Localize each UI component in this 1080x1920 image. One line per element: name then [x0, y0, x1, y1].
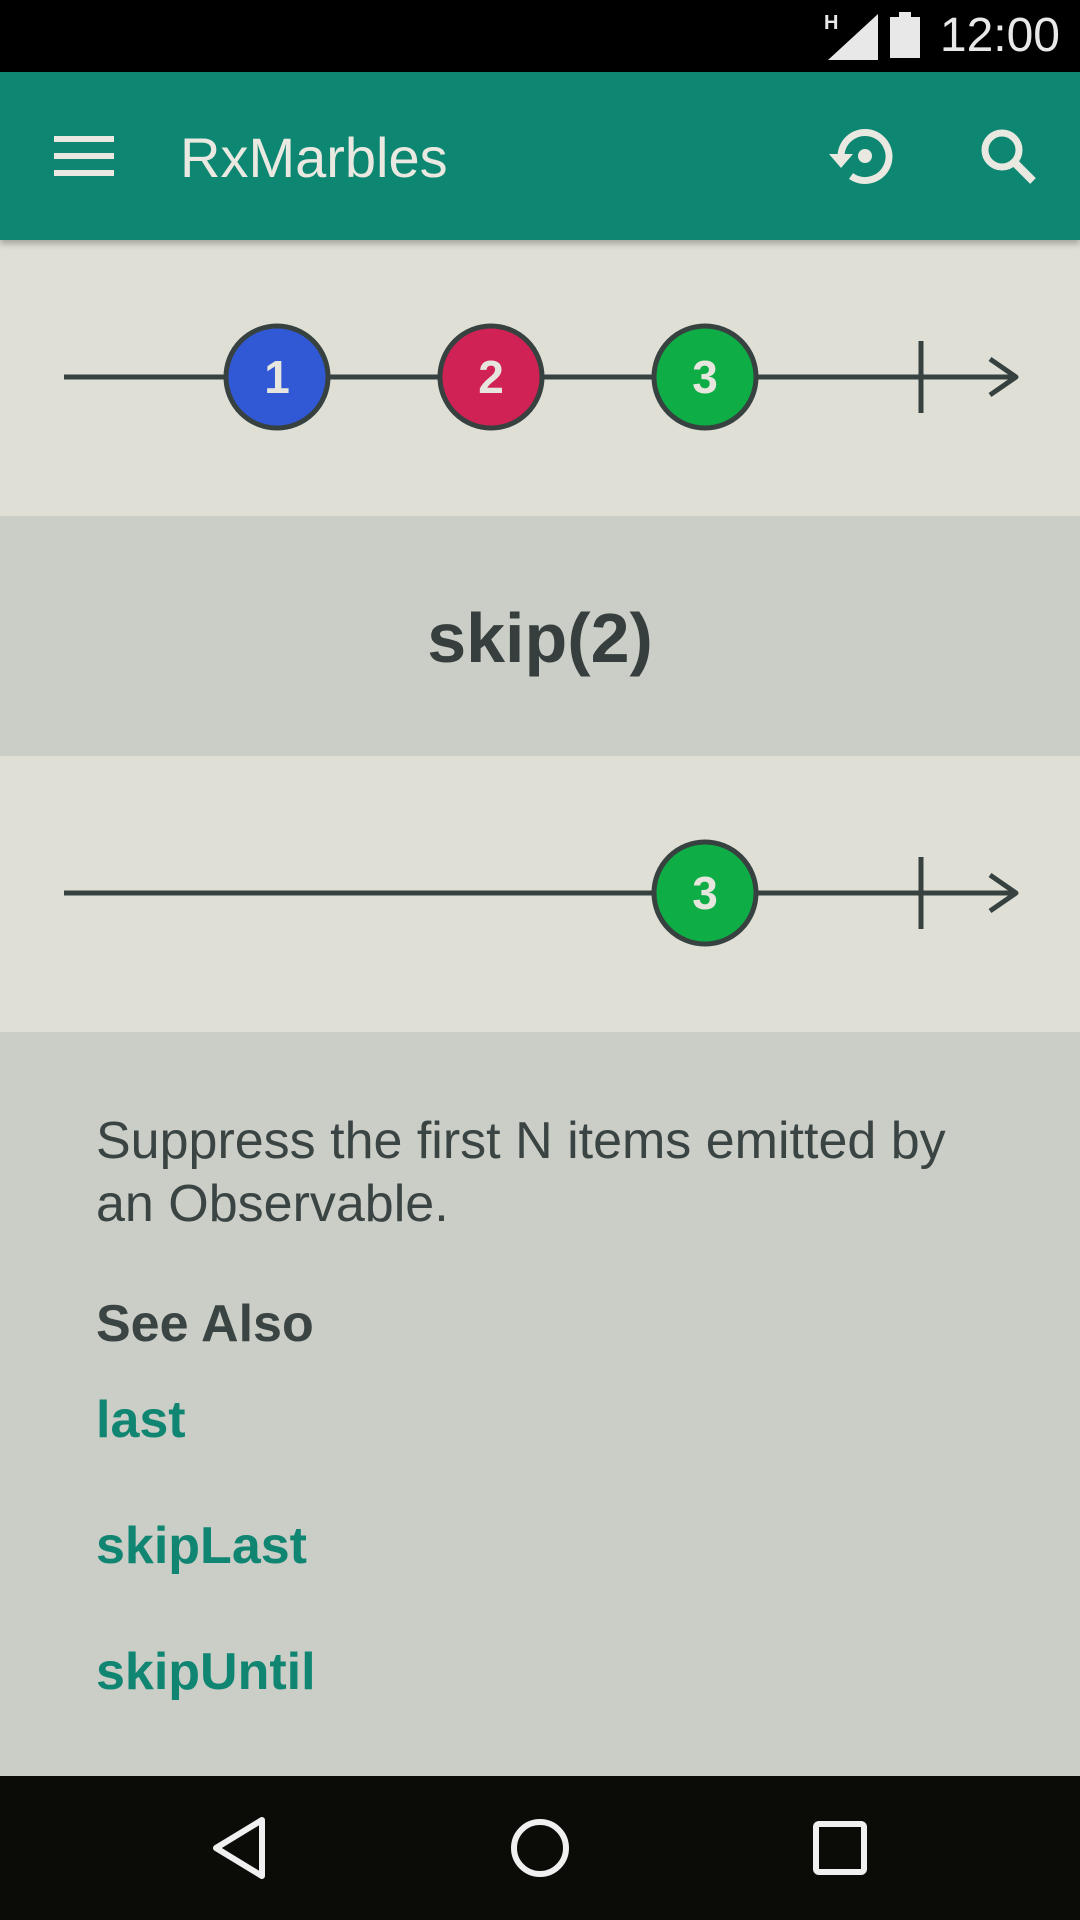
recents-icon — [813, 1821, 867, 1875]
operator-label: skip(2) — [427, 599, 653, 677]
navigation-bar — [0, 1776, 1080, 1920]
input-marble-1[interactable]: 1 — [223, 323, 331, 431]
restore-icon — [829, 129, 893, 184]
menu-button[interactable] — [42, 114, 126, 198]
input-marble-diagram: 1 2 3 — [0, 240, 1080, 516]
home-button[interactable] — [490, 1798, 590, 1898]
output-marble-label: 3 — [692, 867, 718, 919]
signal-icon — [828, 14, 878, 60]
search-icon — [981, 129, 1036, 184]
output-marble-3[interactable]: 3 — [651, 839, 759, 947]
see-also-link-last[interactable]: last — [96, 1390, 186, 1450]
input-timeline: 1 2 3 — [64, 323, 1019, 431]
see-also-link-skipuntil[interactable]: skipUntil — [96, 1642, 316, 1702]
input-marble-label: 2 — [478, 351, 504, 403]
back-icon — [213, 1817, 265, 1879]
app-bar: RxMarbles — [0, 72, 1080, 240]
see-also-link-skiplast[interactable]: skipLast — [96, 1516, 307, 1576]
operator-panel: skip(2) — [0, 516, 1080, 756]
output-timeline: 3 — [64, 839, 1019, 947]
input-marble-label: 3 — [692, 351, 718, 403]
see-also-heading: See Also — [96, 1295, 314, 1353]
description-panel: Suppress the first N items emitted by an… — [0, 1032, 1080, 1776]
reset-button[interactable] — [820, 114, 904, 198]
output-marble-diagram: 3 — [0, 756, 1080, 1032]
input-marble-label: 1 — [264, 351, 290, 403]
input-marble-3[interactable]: 3 — [651, 323, 759, 431]
back-button[interactable] — [190, 1798, 290, 1898]
clock: 12:00 — [939, 9, 1060, 62]
operator-description: Suppress the first N items emitted by an… — [96, 1112, 946, 1233]
recents-button[interactable] — [790, 1798, 890, 1898]
search-button[interactable] — [966, 114, 1050, 198]
input-marble-2[interactable]: 2 — [437, 323, 545, 431]
home-icon — [511, 1819, 569, 1877]
status-bar: H 12:00 — [0, 0, 1080, 72]
menu-icon — [54, 136, 114, 176]
battery-icon — [890, 12, 920, 58]
app-title: RxMarbles — [180, 126, 448, 189]
